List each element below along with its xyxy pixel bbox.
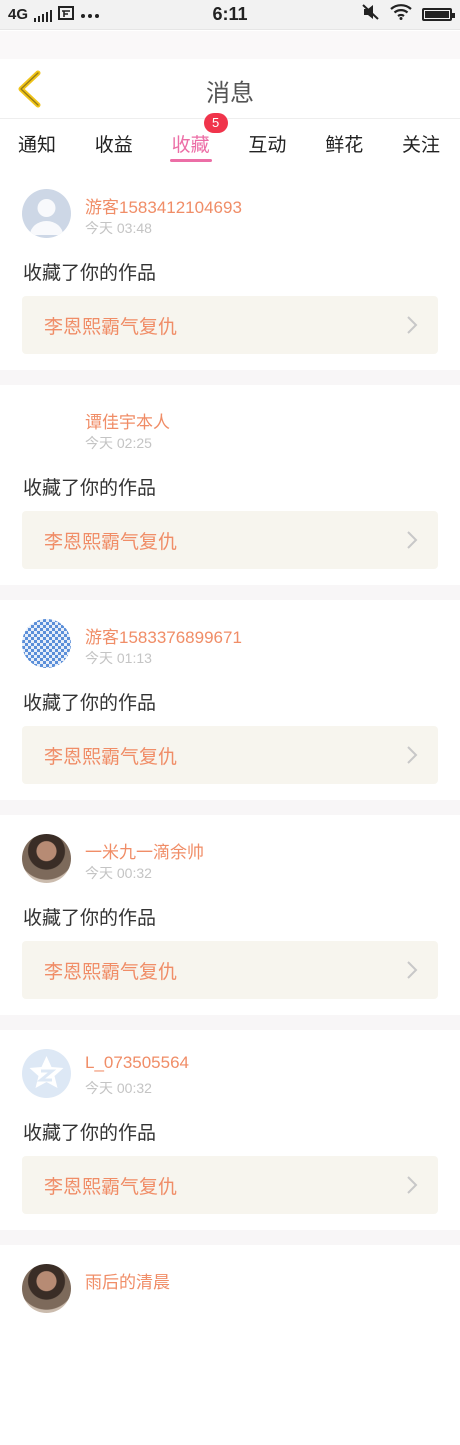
avatar[interactable] [22, 834, 71, 883]
divider [0, 585, 460, 600]
notification-item: 谭佳宇本人 今天 02:25 收藏了你的作品 李恩熙霸气复仇 [0, 385, 460, 585]
user-name[interactable]: 雨后的清晨 [85, 1268, 170, 1293]
action-text: 收藏了你的作品 [23, 907, 157, 929]
timestamp: 今天 01:13 [85, 650, 152, 666]
tab-label: 通知 [18, 134, 57, 156]
divider [0, 800, 460, 815]
work-link[interactable]: 李恩熙霸气复仇 [22, 296, 438, 354]
tab-bar: 通知 收益 收藏 5 互动 鲜花 关注 [0, 113, 460, 162]
mute-icon [362, 4, 380, 25]
divider [0, 1230, 460, 1245]
tab-label: 互动 [248, 134, 287, 156]
chevron-right-icon [407, 961, 418, 979]
tab-follows[interactable]: 关注 [402, 120, 440, 162]
timestamp: 今天 03:48 [85, 220, 152, 236]
wifi-icon [390, 4, 412, 25]
timestamp: 今天 02:25 [85, 435, 152, 451]
avatar[interactable] [22, 619, 71, 668]
notification-item: 游客1583412104693 今天 03:48 收藏了你的作品 李恩熙霸气复仇 [0, 170, 460, 370]
timestamp: 今天 00:32 [85, 865, 152, 881]
tab-label: 鲜花 [325, 134, 364, 156]
signal-icon [34, 8, 53, 22]
avatar[interactable] [22, 1049, 71, 1098]
tab-label: 收益 [94, 134, 133, 156]
user-name[interactable]: 游客1583412104693 [85, 193, 242, 218]
tab-favorites[interactable]: 收藏 5 [169, 113, 228, 162]
avatar[interactable] [22, 404, 71, 453]
notification-item: 游客1583376899671 今天 01:13 收藏了你的作品 李恩熙霸气复仇 [0, 600, 460, 800]
user-name[interactable]: L_073505564 [85, 1053, 189, 1073]
avatar[interactable] [22, 189, 71, 238]
divider [0, 1015, 460, 1030]
work-link[interactable]: 李恩熙霸气复仇 [22, 726, 438, 784]
chevron-right-icon [407, 746, 418, 764]
notification-item: 雨后的清晨 [0, 1245, 460, 1445]
tab-flowers[interactable]: 鲜花 [325, 120, 363, 162]
app-header: 消息 [0, 59, 460, 119]
work-link[interactable]: 李恩熙霸气复仇 [22, 511, 438, 569]
status-bar: 4G 6:11 [0, 0, 460, 30]
user-name[interactable]: 游客1583376899671 [85, 623, 242, 648]
action-text: 收藏了你的作品 [23, 1122, 157, 1144]
user-name[interactable]: 谭佳宇本人 [85, 408, 170, 433]
divider [0, 370, 460, 385]
top-spacer [0, 31, 460, 59]
action-text: 收藏了你的作品 [23, 692, 157, 714]
tab-label: 收藏 [171, 134, 210, 156]
work-title: 李恩熙霸气复仇 [44, 746, 178, 768]
chevron-right-icon [407, 316, 418, 334]
unread-badge: 5 [203, 113, 228, 133]
work-link[interactable]: 李恩熙霸气复仇 [22, 1156, 438, 1214]
battery-icon [422, 8, 455, 21]
action-text: 收藏了你的作品 [23, 477, 157, 499]
work-title: 李恩熙霸气复仇 [44, 531, 178, 553]
tab-earnings[interactable]: 收益 [95, 120, 133, 162]
work-title: 李恩熙霸气复仇 [44, 961, 178, 983]
user-name[interactable]: 一米九一滴余帅 [85, 838, 204, 863]
timestamp: 今天 00:32 [85, 1080, 152, 1096]
chevron-right-icon [407, 1176, 418, 1194]
tab-notifications[interactable]: 通知 [18, 120, 56, 162]
work-title: 李恩熙霸气复仇 [44, 1176, 178, 1198]
tab-label: 关注 [401, 134, 440, 156]
notification-item: L_073505564 今天 00:32 收藏了你的作品 李恩熙霸气复仇 [0, 1030, 460, 1230]
notification-item: 一米九一滴余帅 今天 00:32 收藏了你的作品 李恩熙霸气复仇 [0, 815, 460, 1015]
tab-interactions[interactable]: 互动 [248, 120, 286, 162]
network-type: 4G [8, 6, 29, 23]
notification-icon [58, 5, 75, 25]
avatar[interactable] [22, 1264, 71, 1313]
work-link[interactable]: 李恩熙霸气复仇 [22, 941, 438, 999]
notification-list: 游客1583412104693 今天 03:48 收藏了你的作品 李恩熙霸气复仇… [0, 170, 460, 1445]
chevron-right-icon [407, 531, 418, 549]
work-title: 李恩熙霸气复仇 [44, 316, 178, 338]
more-icon [80, 6, 100, 23]
action-text: 收藏了你的作品 [23, 262, 157, 284]
page-title: 消息 [206, 79, 254, 107]
